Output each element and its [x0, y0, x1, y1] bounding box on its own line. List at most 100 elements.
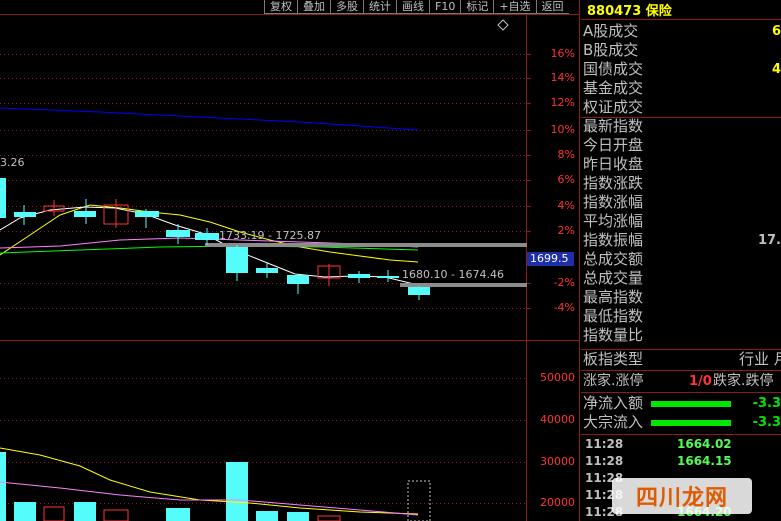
- stat-label: 昨日收盘: [583, 155, 644, 173]
- trade-time: 11:28: [585, 437, 624, 451]
- stat-label: 指数涨跌: [583, 174, 644, 192]
- volume-tick-label: 50000: [540, 371, 575, 384]
- candle: [0, 178, 6, 218]
- volume-bar: [166, 508, 190, 521]
- rise-value: 1/0: [689, 374, 712, 389]
- volume-bar: [14, 502, 36, 521]
- volume-bar: [317, 515, 341, 521]
- gap-label-1: 1733.19 - 1725.87: [219, 229, 321, 242]
- chart-toolbar: 复权 叠加 多股 统计 画线 F10 标记 +自选 返回: [264, 0, 569, 14]
- volume-grid: [0, 378, 526, 504]
- price-tick-label: 14%: [550, 71, 575, 84]
- stat-label: 今日开盘: [583, 136, 644, 154]
- add-watchlist-button[interactable]: +自选: [493, 0, 536, 14]
- stat-label: 指数振幅: [583, 231, 644, 249]
- stat-label: 基金成交: [583, 79, 644, 97]
- fall-label: 跌家.跌停: [713, 373, 774, 389]
- left-price-label: 3.26: [0, 156, 25, 169]
- candle: [14, 212, 36, 217]
- watermark-text: 四川龙网: [635, 486, 728, 511]
- restore-rights-button[interactable]: 复权: [264, 0, 297, 14]
- divider: [581, 392, 781, 393]
- stat-value: 17.: [757, 233, 781, 248]
- stat-label: A股成交: [583, 22, 639, 40]
- stat-value: 4: [771, 62, 781, 77]
- stat-value: 6: [771, 24, 781, 39]
- candle: [166, 230, 190, 237]
- inflow-label: 大宗流入: [583, 413, 644, 431]
- volume-ma-yellow: [0, 447, 419, 515]
- trade-time: 11:28: [585, 454, 624, 468]
- volume-bar: [287, 512, 309, 521]
- volume-bar: [226, 462, 248, 521]
- mark-button[interactable]: 标记: [460, 0, 494, 14]
- volume-ma-magenta: [0, 481, 419, 516]
- candle: [287, 275, 309, 284]
- divider: [581, 19, 781, 20]
- overlay-button[interactable]: 叠加: [297, 0, 330, 14]
- stat-label: B股成交: [583, 41, 639, 59]
- candle: [408, 287, 430, 295]
- k-line-chart[interactable]: [0, 0, 580, 521]
- stat-label: 最高指数: [583, 288, 644, 306]
- multi-stock-button[interactable]: 多股: [330, 0, 363, 14]
- candle: [74, 211, 96, 217]
- stat-label: 总成交额: [583, 250, 644, 268]
- volume-bar: [256, 511, 278, 521]
- stat-label: 平均涨幅: [583, 212, 644, 230]
- price-tick-label: 2%: [557, 224, 575, 237]
- ma60-line: [0, 245, 419, 254]
- candle: [377, 276, 399, 278]
- diamond-outline-icon[interactable]: [497, 19, 509, 31]
- price-tick-label: 16%: [550, 47, 575, 60]
- inflow-label: 净流入额: [583, 394, 644, 412]
- volume-bar: [0, 452, 6, 521]
- price-tick-label: 10%: [550, 123, 575, 136]
- volume-bar: [103, 509, 129, 521]
- long-ma-line: [0, 107, 419, 131]
- candle: [135, 211, 159, 217]
- sector-type-label: 板指类型: [583, 350, 644, 368]
- current-price-tag: 1699.5: [527, 252, 574, 266]
- candle: [348, 274, 370, 278]
- price-tick-label: -2%: [553, 276, 575, 289]
- stat-label: 指数量比: [583, 326, 644, 344]
- panel-title: 880473 保险: [587, 4, 672, 19]
- candle: [195, 233, 219, 240]
- stat-label: 总成交量: [583, 269, 644, 287]
- volume-bar: [74, 502, 96, 521]
- stat-label: 国债成交: [583, 60, 644, 78]
- gap-label-2: 1680.10 - 1674.46: [402, 268, 504, 281]
- watermark-logo: 四川龙网: [612, 478, 752, 514]
- stat-label: 最低指数: [583, 307, 644, 325]
- price-tick-label: -4%: [553, 301, 575, 314]
- candles: [0, 178, 430, 300]
- stat-label: 权证成交: [583, 98, 644, 116]
- volume-bar: [407, 480, 431, 521]
- inflow-value: -3.3: [752, 396, 781, 411]
- back-button[interactable]: 返回: [535, 0, 569, 14]
- trade-price: 1664.02: [677, 437, 732, 451]
- volume-tick-label: 40000: [540, 413, 575, 426]
- volume-tick-label: 20000: [540, 496, 575, 509]
- inflow-bar: [651, 401, 731, 407]
- statistics-button[interactable]: 统计: [363, 0, 396, 14]
- price-tick-label: 8%: [557, 148, 575, 161]
- volume-tick-label: 30000: [540, 455, 575, 468]
- price-tick-label: 4%: [557, 199, 575, 212]
- inflow-value: -3.3: [752, 415, 781, 430]
- volume-bar: [43, 506, 65, 521]
- f10-button[interactable]: F10: [429, 0, 461, 14]
- trade-price: 1664.15: [677, 454, 732, 468]
- divider: [581, 370, 781, 371]
- candle: [226, 247, 248, 273]
- stat-label: 最新指数: [583, 117, 644, 135]
- draw-line-button[interactable]: 画线: [396, 0, 429, 14]
- inflow-bar: [651, 420, 731, 426]
- divider: [581, 434, 781, 435]
- price-tick-label: 12%: [550, 96, 575, 109]
- candle: [256, 268, 278, 273]
- sector-type-value: 行业 月: [739, 350, 781, 368]
- stat-label: 指数涨幅: [583, 193, 644, 211]
- price-tick-label: 6%: [557, 173, 575, 186]
